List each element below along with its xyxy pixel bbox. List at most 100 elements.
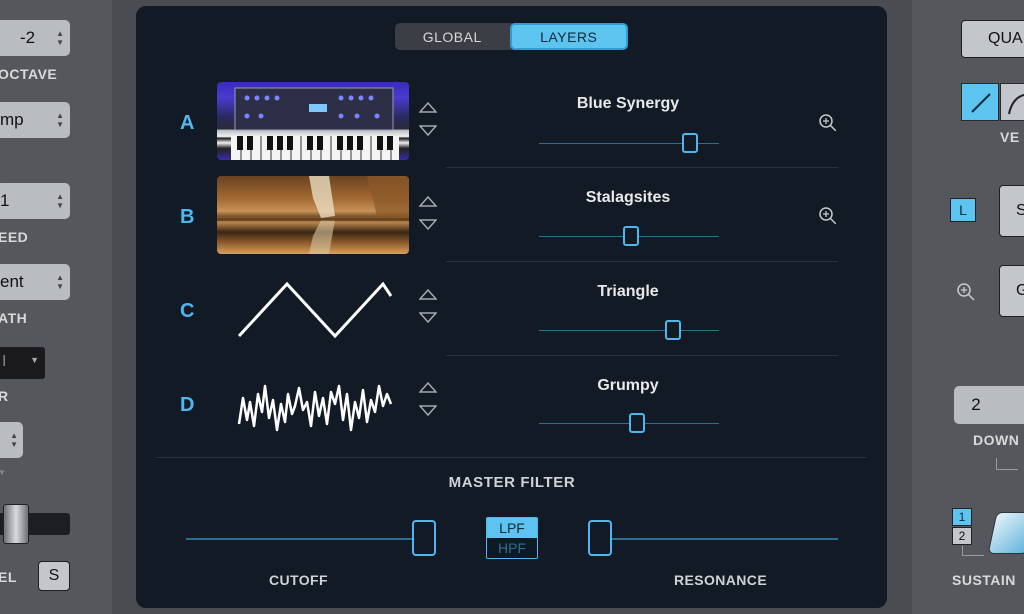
stepper-arrows-icon[interactable]: ▲ ▼: [56, 273, 64, 291]
tab-global[interactable]: GLOBAL: [395, 23, 510, 50]
layer-level-handle[interactable]: [665, 320, 681, 340]
mode-value: mp: [0, 110, 24, 129]
s-button[interactable]: S: [38, 561, 70, 591]
layer-letter: D: [180, 394, 195, 416]
layer-row-b: B Stalagsites: [136, 176, 887, 269]
speed-value: 1: [0, 191, 10, 210]
row-divider: [446, 167, 838, 168]
sustain-pedal-icon[interactable]: [987, 512, 1024, 554]
move-down-icon[interactable]: [419, 125, 437, 137]
quantize-button[interactable]: QUA: [961, 20, 1024, 58]
dark-select-value: I: [2, 353, 7, 370]
speed-label: EED: [0, 229, 29, 245]
layer-row-a: A Blue Synergy: [136, 82, 887, 175]
zoom-icon[interactable]: [818, 113, 836, 131]
synth-keys-icon: [231, 87, 399, 160]
move-up-icon[interactable]: [419, 195, 437, 207]
octave-value: -2: [20, 28, 36, 47]
master-filter-title: MASTER FILTER: [448, 474, 576, 491]
path-value: ent: [0, 272, 24, 291]
level-slider-handle[interactable]: [3, 504, 29, 544]
resonance-track[interactable]: [612, 538, 838, 540]
move-up-icon[interactable]: [419, 288, 437, 300]
zoom-icon[interactable]: [956, 282, 976, 302]
move-down-icon[interactable]: [419, 312, 437, 324]
cutoff-handle[interactable]: [412, 520, 436, 556]
tab-layers[interactable]: LAYERS: [509, 23, 628, 50]
sustain-bracket: [962, 546, 984, 556]
chevron-down-icon: ▼: [0, 468, 6, 477]
layer-letter: C: [180, 300, 195, 322]
dark-select[interactable]: I ▼: [0, 347, 45, 379]
layer-level-handle[interactable]: [623, 226, 639, 246]
tab-bar: GLOBAL LAYERS: [395, 23, 628, 50]
small-stepper[interactable]: ▲ ▼: [0, 422, 23, 458]
sustain-option-1[interactable]: 1: [952, 508, 972, 526]
move-up-icon[interactable]: [419, 381, 437, 393]
layer-name: Triangle: [597, 283, 659, 300]
layer-level-track[interactable]: [539, 330, 719, 331]
dropdown-arrow-icon: ▼: [30, 355, 39, 365]
right-side-panel: QUA VE L S G 2 DOWN 1 2 SUSTAIN: [912, 0, 1024, 614]
stepper-arrows-icon[interactable]: ▲ ▼: [10, 431, 18, 449]
layer-level-handle[interactable]: [682, 133, 698, 153]
hpf-option[interactable]: HPF: [487, 538, 537, 558]
stepper-arrows-icon[interactable]: ▲ ▼: [56, 29, 64, 47]
velocity-curve-button[interactable]: [1000, 83, 1024, 121]
layer-name: Blue Synergy: [576, 95, 680, 112]
path-stepper[interactable]: ent ▲ ▼: [0, 264, 70, 300]
cave-texture-icon: [217, 176, 409, 254]
synth-photo-thumbnail[interactable]: [217, 82, 409, 160]
down-stepper[interactable]: 2: [954, 386, 1024, 424]
linear-curve-icon: [971, 93, 991, 113]
move-down-icon[interactable]: [419, 219, 437, 231]
stepper-arrows-icon[interactable]: ▲ ▼: [56, 192, 64, 210]
cutoff-label: CUTOFF: [269, 572, 328, 588]
resonance-handle[interactable]: [588, 520, 612, 556]
down-label: DOWN: [973, 432, 1020, 448]
path-label: ATH: [0, 310, 28, 326]
layer-letter: A: [180, 112, 195, 134]
filter-type-toggle: LPF HPF: [486, 517, 538, 559]
zoom-icon[interactable]: [818, 206, 836, 224]
cutoff-track[interactable]: [186, 538, 412, 540]
down-value: 2: [971, 395, 981, 414]
layer-reorder: [419, 195, 439, 231]
master-divider: [156, 457, 867, 458]
cave-photo-thumbnail[interactable]: [217, 176, 409, 254]
move-down-icon[interactable]: [419, 405, 437, 417]
layer-row-d: D Grumpy: [136, 364, 887, 457]
move-up-icon[interactable]: [419, 101, 437, 113]
row-divider: [446, 355, 838, 356]
sustain-option-2[interactable]: 2: [952, 527, 972, 545]
layer-reorder: [419, 381, 439, 417]
layer-letter: B: [180, 206, 195, 228]
level-label: EL: [0, 569, 17, 585]
layers-panel: GLOBAL LAYERS A Blue Synergy B Stalagsit…: [136, 6, 887, 608]
resonance-label: RESONANCE: [674, 572, 768, 588]
octave-label: OCTAVE: [0, 66, 58, 82]
r-label: R: [0, 388, 9, 404]
lpf-option[interactable]: LPF: [487, 518, 537, 538]
noisy-wave-icon[interactable]: [217, 364, 409, 442]
stepper-arrows-icon[interactable]: ▲ ▼: [56, 111, 64, 129]
octave-stepper[interactable]: -2 ▲ ▼: [0, 20, 70, 56]
sustain-label: SUSTAIN: [952, 572, 1016, 588]
layer-name: Grumpy: [597, 377, 659, 394]
l-badge[interactable]: L: [950, 198, 976, 222]
layer-name: Stalagsites: [585, 189, 671, 206]
layer-row-c: C Triangle: [136, 270, 887, 363]
speed-stepper[interactable]: 1 ▲ ▼: [0, 183, 70, 219]
left-side-panel: -2 ▲ ▼ OCTAVE mp ▲ ▼ 1 ▲ ▼ EED ent ▲ ▼ ATH I…: [0, 0, 112, 614]
mode-stepper[interactable]: mp ▲ ▼: [0, 102, 70, 138]
velocity-label: VE: [1000, 129, 1020, 145]
triangle-wave-icon[interactable]: [217, 270, 409, 348]
velocity-linear-button[interactable]: [961, 83, 999, 121]
curve-icon: [1008, 93, 1024, 115]
g-button[interactable]: G: [999, 265, 1024, 317]
layer-reorder: [419, 101, 439, 137]
layer-reorder: [419, 288, 439, 324]
s-mode-button[interactable]: S: [999, 185, 1024, 237]
layer-level-handle[interactable]: [629, 413, 645, 433]
row-divider: [446, 261, 838, 262]
